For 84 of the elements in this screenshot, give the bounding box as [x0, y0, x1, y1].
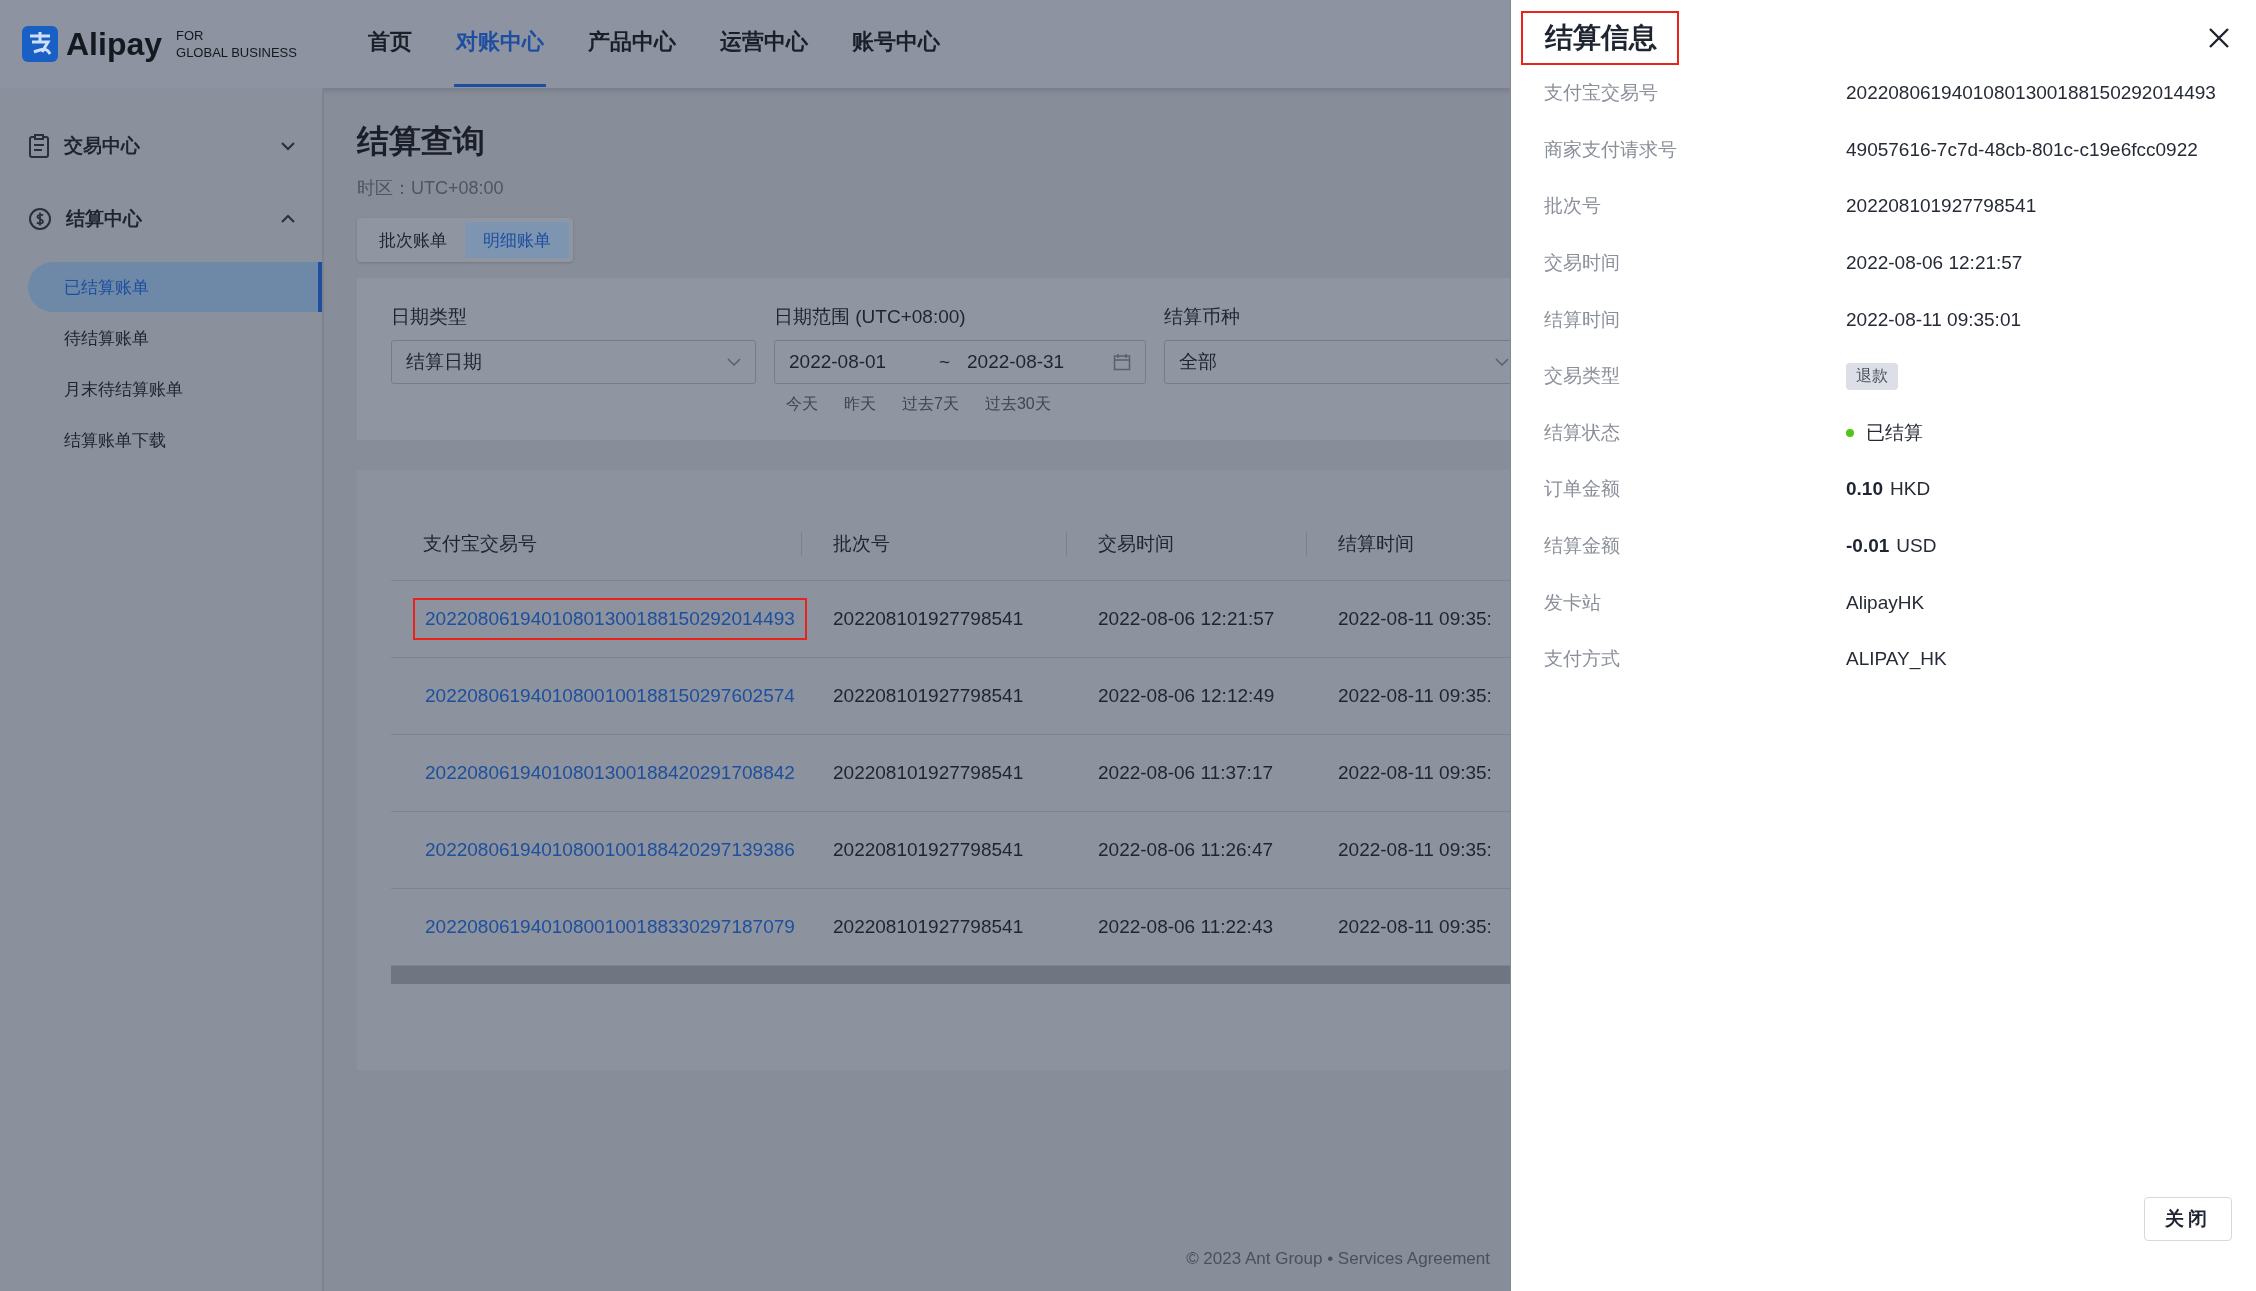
brand-name: Alipay	[66, 25, 163, 63]
table-cell: 2022-08-11 09:35:	[1338, 916, 1492, 937]
amount-value: -0.01	[1846, 535, 1890, 558]
sidebar-group[interactable]: 结算中心	[0, 189, 322, 249]
date-shortcut-link[interactable]: 今天	[786, 394, 818, 415]
nav-tab[interactable]: 产品中心	[586, 0, 678, 87]
transaction-link[interactable]: 20220806194010800100188150297602574	[413, 675, 807, 717]
field-label: 支付方式	[1544, 647, 1621, 672]
segment-tab[interactable]: 批次账单	[361, 222, 465, 258]
field-value: 20220806194010801300188150292014493	[1846, 82, 2216, 105]
field-label: 交易时间	[1544, 251, 1621, 276]
nav-tab[interactable]: 首页	[366, 0, 414, 87]
field-label: 批次号	[1544, 194, 1602, 219]
transaction-link[interactable]: 20220806194010800100188330297187079	[413, 906, 807, 948]
field-label: 订单金额	[1544, 477, 1621, 502]
amount-value: 0.10	[1846, 478, 1883, 501]
currency-code: USD	[1896, 535, 1937, 558]
field-value: 2022-08-11 09:35:01	[1846, 308, 2022, 331]
footer-text: © 2023 Ant Group • Services Agreement	[1186, 1249, 1490, 1269]
table-cell: 202208101927798541	[833, 839, 1024, 860]
field-value: AlipayHK	[1846, 591, 1925, 614]
table-cell: 2022-08-06 12:12:49	[1098, 685, 1275, 706]
timezone-label: 时区：UTC+08:00	[357, 177, 504, 200]
column-header: 交易时间	[1066, 508, 1306, 581]
type-tag: 退款	[1846, 362, 1898, 390]
date-shortcut-link[interactable]: 过去7天	[902, 394, 959, 415]
field-label: 结算时间	[1544, 307, 1621, 332]
table-cell: 2022-08-06 12:21:57	[1098, 608, 1275, 629]
table-cell: 202208101927798541	[833, 762, 1024, 783]
calendar-icon	[1113, 353, 1131, 371]
field-label: 结算状态	[1544, 420, 1621, 445]
table-cell: 2022-08-06 11:26:47	[1098, 839, 1274, 860]
table-cell: 202208101927798541	[833, 608, 1024, 629]
column-header: 批次号	[801, 508, 1066, 581]
sidebar-item[interactable]: 结算账单下载	[28, 415, 322, 465]
segment-tab[interactable]: 明细账单	[465, 222, 569, 258]
table-cell: 2022-08-11 09:35:	[1338, 685, 1492, 706]
table-cell: 2022-08-11 09:35:	[1338, 839, 1492, 860]
sidebar-item[interactable]: 月末待结算账单	[28, 364, 322, 414]
clipboard-icon	[28, 134, 50, 158]
nav-tab[interactable]: 运营中心	[718, 0, 810, 87]
field-value: ALIPAY_HK	[1846, 648, 1947, 671]
chevron-down-icon	[727, 358, 741, 366]
date-shortcut-link[interactable]: 昨天	[844, 394, 876, 415]
sidebar-item[interactable]: 待结算账单	[28, 313, 322, 363]
close-button[interactable]: 关闭	[2144, 1197, 2232, 1241]
logo-icon	[22, 26, 58, 62]
currency-select[interactable]: 全部	[1164, 340, 1510, 384]
table-cell: 202208101927798541	[833, 916, 1024, 937]
filter-label: 结算币种	[1164, 305, 1240, 329]
nav-tab[interactable]: 账号中心	[850, 0, 942, 87]
transaction-link[interactable]: 20220806194010801300188150292014493	[413, 598, 807, 640]
drawer-title: 结算信息	[1521, 10, 1679, 65]
filter-label: 日期范围 (UTC+08:00)	[774, 305, 966, 329]
close-button[interactable]	[2208, 26, 2230, 49]
date-shortcut-link[interactable]: 过去30天	[984, 394, 1051, 415]
date-range-picker[interactable]: 2022-08-01 ~ 2022-08-31	[774, 340, 1146, 384]
table-cell: 2022-08-11 09:35:	[1338, 608, 1492, 629]
table-cell: 2022-08-11 09:35:	[1338, 762, 1492, 783]
filter-label: 日期类型	[391, 305, 467, 329]
field-value: 49057616-7c7d-48cb-801c-c19e6fcc0922	[1846, 138, 2198, 161]
chevron-down-icon	[1495, 358, 1509, 366]
table-cell: 2022-08-06 11:22:43	[1098, 916, 1274, 937]
field-label: 商家支付请求号	[1544, 137, 1678, 162]
currency-code: HKD	[1890, 478, 1931, 501]
nav-tab[interactable]: 对账中心	[454, 0, 546, 87]
field-label: 结算金额	[1544, 534, 1621, 559]
table-cell: 2022-08-06 11:37:17	[1098, 762, 1274, 783]
horizontal-scrollbar[interactable]	[391, 966, 1510, 984]
dollar-icon	[28, 207, 52, 231]
sidebar-group[interactable]: 交易中心	[0, 116, 322, 176]
brand-tagline: FOR GLOBAL BUSINESS	[176, 27, 297, 61]
transaction-link[interactable]: 20220806194010801300188420291708842	[413, 752, 807, 794]
field-label: 发卡站	[1544, 590, 1602, 615]
column-header: 支付宝交易号	[391, 508, 801, 581]
field-value: 202208101927798541	[1846, 195, 2037, 218]
field-value: 2022-08-06 12:21:57	[1846, 252, 2023, 275]
status-text: 已结算	[1866, 420, 1923, 445]
page-title: 结算查询	[357, 122, 486, 161]
transaction-link[interactable]: 20220806194010800100188420297139386	[413, 829, 807, 871]
date-type-select[interactable]: 结算日期	[391, 340, 756, 384]
field-label: 交易类型	[1544, 364, 1621, 389]
field-label: 支付宝交易号	[1544, 81, 1659, 106]
table-cell: 202208101927798541	[833, 685, 1024, 706]
